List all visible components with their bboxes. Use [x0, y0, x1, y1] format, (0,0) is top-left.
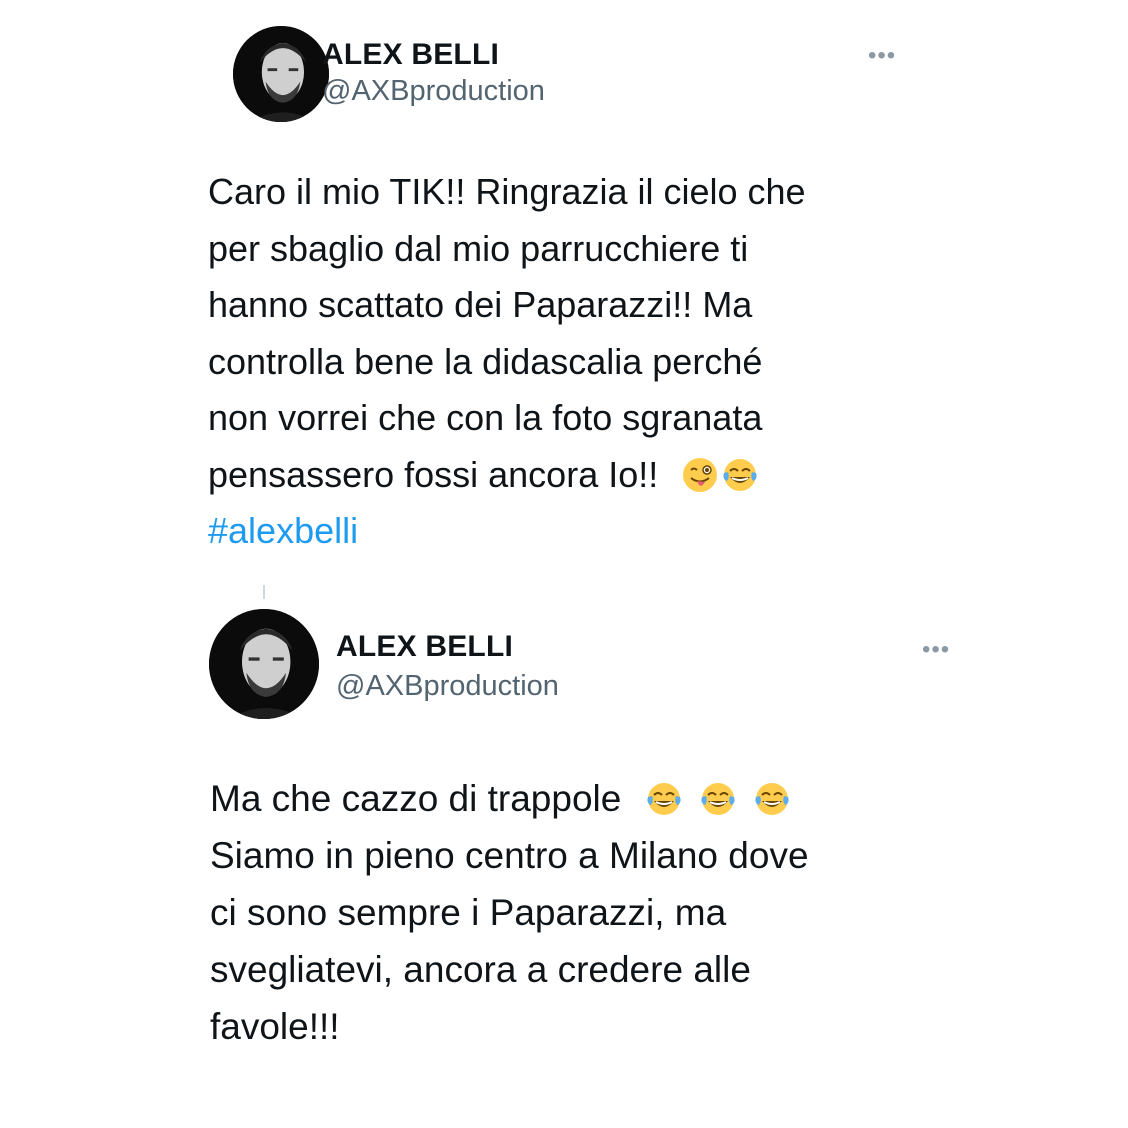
author-handle[interactable]: @AXBproduction [336, 670, 559, 703]
profile-photo-icon [209, 609, 319, 719]
tweet-text-line: Caro il mio TIK!! Ringrazia il cielo che [208, 171, 806, 212]
author-name[interactable]: ALEX BELLI [322, 38, 499, 72]
hashtag-link[interactable]: #alexbelli [208, 503, 806, 560]
tweet-text: Caro il mio TIK!! Ringrazia il cielo che… [208, 164, 806, 560]
tweet-text-line: Ma che cazzo di trappole [210, 778, 622, 819]
author-name[interactable]: ALEX BELLI [336, 630, 513, 664]
tweet-text-line: hanno scattato dei Paparazzi!! Ma [208, 284, 753, 325]
tweet-text-line: svegliatevi, ancora a credere alle [210, 949, 751, 990]
tears-of-joy-emoji-icon [646, 781, 682, 817]
tweet-text-line-with-emoji: Ma che cazzo di trappole [210, 770, 809, 827]
author-handle[interactable]: @AXBproduction [322, 75, 545, 108]
tweet-text-line: controlla bene la didascalia perché [208, 340, 763, 382]
tears-of-joy-emoji-icon [722, 457, 758, 493]
tweet-text-line: favole!!! [210, 1006, 340, 1047]
tweet-text-line: ci sono sempre i Paparazzi, ma [210, 892, 727, 933]
tears-of-joy-emoji-icon [754, 781, 790, 817]
tweet-text-line: per sbaglio dal mio parrucchiere ti [208, 227, 749, 269]
tears-of-joy-emoji-icon [700, 781, 736, 817]
tweet-text-line-with-emoji: pensassero fossi ancora Io!! [208, 447, 806, 504]
tweet-text-line: pensassero fossi ancora Io!! [208, 453, 659, 495]
tweet-text: Ma che cazzo di trappole Siamo in pieno … [210, 770, 809, 1055]
profile-photo-icon [233, 26, 329, 122]
thread-connector [263, 585, 265, 599]
avatar[interactable] [209, 609, 319, 719]
winking-tongue-emoji-icon [682, 457, 718, 493]
tweet-text-line: non vorrei che con la foto sgranata [208, 397, 763, 438]
avatar[interactable] [233, 26, 329, 122]
tweet-text-line: Siamo in pieno centro a Milano dove [210, 835, 809, 876]
more-options-icon[interactable]: ••• [922, 638, 950, 662]
more-options-icon[interactable]: ••• [868, 44, 896, 68]
